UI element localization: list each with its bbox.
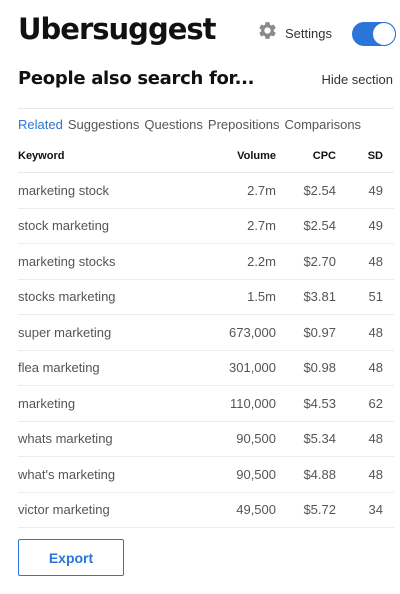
gear-icon	[257, 20, 278, 46]
tab-prepositions[interactable]: Prepositions	[208, 117, 280, 135]
keyword-table: Keyword Volume CPC SD marketing stock 2.…	[18, 140, 394, 528]
cell-keyword: stocks marketing	[18, 289, 116, 305]
col-header-sd[interactable]: SD	[336, 150, 383, 162]
cell-sd: 51	[368, 289, 383, 305]
cell-sd: 34	[368, 502, 383, 518]
cell-cpc: $4.88	[303, 466, 336, 482]
col-header-keyword[interactable]: Keyword	[18, 150, 208, 162]
cell-sd: 49	[368, 182, 383, 198]
tab-questions[interactable]: Questions	[144, 117, 203, 135]
section-title: People also search for...	[18, 68, 255, 89]
cell-keyword: super marketing	[18, 324, 112, 340]
settings-label: Settings	[285, 25, 332, 41]
cell-cpc: $2.54	[303, 182, 336, 198]
cell-keyword: what's marketing	[18, 466, 116, 482]
cell-cpc: $0.98	[303, 360, 336, 376]
cell-cpc: $2.54	[303, 218, 336, 234]
export-button[interactable]: Export	[18, 539, 124, 576]
toggle-knob	[373, 23, 395, 45]
cell-keyword: victor marketing	[18, 502, 110, 518]
table-row[interactable]: marketing stock 2.7m $2.54 49	[18, 173, 394, 209]
cell-sd: 49	[368, 218, 383, 234]
cell-keyword: flea marketing	[18, 360, 100, 376]
cell-volume: 2.7m	[247, 182, 276, 198]
cell-sd: 48	[368, 431, 383, 447]
cell-volume: 1.5m	[247, 289, 276, 305]
table-row[interactable]: victor marketing 49,500 $5.72 34	[18, 493, 394, 528]
cell-volume: 49,500	[236, 502, 276, 518]
divider	[18, 108, 394, 109]
cell-cpc: $3.81	[303, 289, 336, 305]
settings-button[interactable]: Settings	[257, 22, 332, 44]
tab-suggestions[interactable]: Suggestions	[68, 117, 140, 135]
table-row[interactable]: whats marketing 90,500 $5.34 48	[18, 422, 394, 457]
toggle-switch[interactable]	[352, 22, 396, 46]
col-header-cpc[interactable]: CPC	[276, 150, 336, 162]
cell-sd: 48	[368, 360, 383, 376]
cell-cpc: $0.97	[303, 324, 336, 340]
table-row[interactable]: what's marketing 90,500 $4.88 48	[18, 457, 394, 493]
cell-cpc: $4.53	[303, 395, 336, 411]
cell-volume: 2.2m	[247, 253, 276, 269]
cell-keyword: stock marketing	[18, 218, 110, 234]
cell-sd: 48	[368, 324, 383, 340]
cell-keyword: whats marketing	[18, 431, 113, 447]
cell-volume: 673,000	[229, 324, 276, 340]
table-row[interactable]: marketing stocks 2.2m $2.70 48	[18, 244, 394, 280]
cell-sd: 48	[368, 253, 383, 269]
table-row[interactable]: super marketing 673,000 $0.97 48	[18, 315, 394, 351]
cell-cpc: $2.70	[303, 253, 336, 269]
cell-volume: 110,000	[229, 395, 276, 411]
col-header-volume[interactable]: Volume	[208, 150, 276, 162]
cell-sd: 62	[368, 395, 383, 411]
tab-comparisons[interactable]: Comparisons	[284, 117, 361, 135]
hide-section-link[interactable]: Hide section	[321, 72, 393, 87]
cell-sd: 48	[368, 466, 383, 482]
table-row[interactable]: stock marketing 2.7m $2.54 49	[18, 209, 394, 244]
table-header: Keyword Volume CPC SD	[18, 140, 394, 173]
cell-keyword: marketing	[18, 395, 76, 411]
cell-cpc: $5.34	[303, 431, 336, 447]
cell-keyword: marketing stock	[18, 182, 110, 198]
cell-keyword: marketing stocks	[18, 253, 116, 269]
section-header: People also search for... Hide section	[0, 62, 400, 106]
cell-volume: 90,500	[236, 466, 276, 482]
table-row[interactable]: stocks marketing 1.5m $3.81 51	[18, 280, 394, 315]
table-row[interactable]: flea marketing 301,000 $0.98 48	[18, 351, 394, 386]
tab-related[interactable]: Related	[18, 117, 63, 135]
header: Ubersuggest Settings	[0, 0, 400, 62]
cell-volume: 301,000	[229, 360, 276, 376]
cell-cpc: $5.72	[303, 502, 336, 518]
cell-volume: 2.7m	[247, 218, 276, 234]
brand-logo: Ubersuggest	[18, 12, 216, 46]
tab-bar: Related Suggestions Questions Prepositio…	[18, 117, 366, 135]
table-row[interactable]: marketing 110,000 $4.53 62	[18, 386, 394, 422]
cell-volume: 90,500	[236, 431, 276, 447]
